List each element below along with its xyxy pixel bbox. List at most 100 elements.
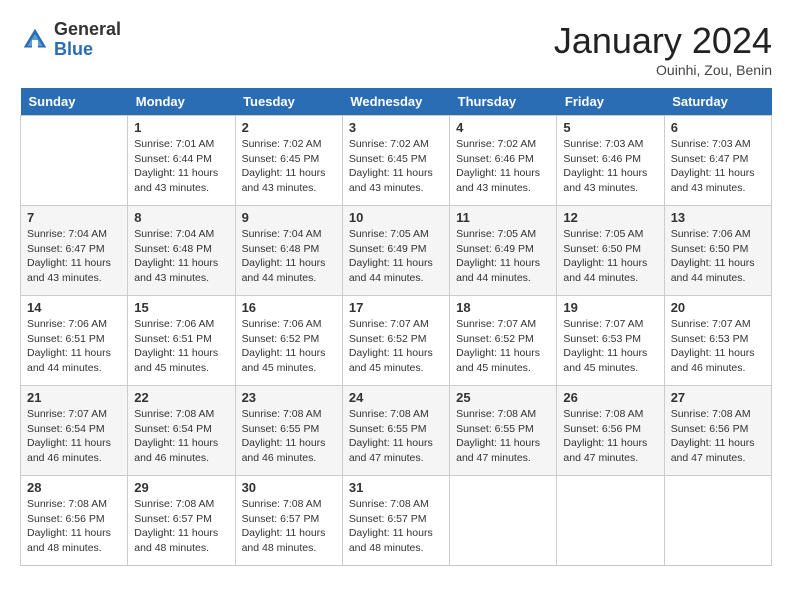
calendar-cell: 2Sunrise: 7:02 AMSunset: 6:45 PMDaylight…: [235, 116, 342, 206]
day-number: 29: [134, 480, 228, 495]
weekday-header-wednesday: Wednesday: [342, 88, 449, 116]
weekday-header-thursday: Thursday: [450, 88, 557, 116]
calendar-cell: 20Sunrise: 7:07 AMSunset: 6:53 PMDayligh…: [664, 296, 771, 386]
day-info: Sunrise: 7:07 AMSunset: 6:53 PMDaylight:…: [563, 317, 657, 376]
calendar-cell: 30 Sunrise: 7:08 AMSunset: 6:57 PMDayligh…: [235, 476, 342, 566]
calendar-cell: 5 Sunrise: 7:03 AMSunset: 6:46 PMDaylight…: [557, 116, 664, 206]
day-number: 9: [242, 210, 336, 225]
calendar-week-row: 21 Sunrise: 7:07 AMSunset: 6:54 PMDayligh…: [21, 386, 772, 476]
day-info: Sunrise: 7:05 AMSunset: 6:49 PMDaylight:…: [456, 227, 550, 286]
day-number: 27: [671, 390, 765, 405]
location: Ouinhi, Zou, Benin: [554, 62, 772, 78]
day-info: Sunrise: 7:08 AMSunset: 6:55 PMDaylight:…: [349, 407, 443, 466]
calendar-cell: 23 Sunrise: 7:08 AMSunset: 6:55 PMDayligh…: [235, 386, 342, 476]
day-info: Sunrise: 7:07 AMSunset: 6:54 PMDaylight:…: [27, 407, 121, 466]
month-title: January 2024: [554, 20, 772, 62]
calendar-cell: 12Sunrise: 7:05 AMSunset: 6:50 PMDayligh…: [557, 206, 664, 296]
day-number: 11: [456, 210, 550, 225]
logo-general-text: General: [54, 20, 121, 40]
calendar-cell: [664, 476, 771, 566]
calendar-cell: 14 Sunrise: 7:06 AMSunset: 6:51 PMDayligh…: [21, 296, 128, 386]
day-number: 14: [27, 300, 121, 315]
calendar-cell: 16Sunrise: 7:06 AMSunset: 6:52 PMDayligh…: [235, 296, 342, 386]
day-info: Sunrise: 7:03 AMSunset: 6:47 PMDaylight:…: [671, 137, 765, 196]
calendar-cell: 21 Sunrise: 7:07 AMSunset: 6:54 PMDayligh…: [21, 386, 128, 476]
day-number: 13: [671, 210, 765, 225]
day-number: 23: [242, 390, 336, 405]
calendar-cell: 6 Sunrise: 7:03 AMSunset: 6:47 PMDaylight…: [664, 116, 771, 206]
day-info: Sunrise: 7:05 AMSunset: 6:49 PMDaylight:…: [349, 227, 443, 286]
day-number: 31: [349, 480, 443, 495]
day-info: Sunrise: 7:08 AMSunset: 6:56 PMDaylight:…: [563, 407, 657, 466]
day-info: Sunrise: 7:06 AMSunset: 6:51 PMDaylight:…: [134, 317, 228, 376]
day-info: Sunrise: 7:02 AMSunset: 6:46 PMDaylight:…: [456, 137, 550, 196]
day-number: 1: [134, 120, 228, 135]
day-number: 21: [27, 390, 121, 405]
weekday-header-monday: Monday: [128, 88, 235, 116]
day-number: 16: [242, 300, 336, 315]
day-number: 20: [671, 300, 765, 315]
weekday-header-tuesday: Tuesday: [235, 88, 342, 116]
day-info: Sunrise: 7:08 AMSunset: 6:57 PMDaylight:…: [242, 497, 336, 556]
calendar-cell: 26 Sunrise: 7:08 AMSunset: 6:56 PMDayligh…: [557, 386, 664, 476]
logo-icon: [20, 25, 50, 55]
day-number: 24: [349, 390, 443, 405]
day-number: 5: [563, 120, 657, 135]
title-block: January 2024 Ouinhi, Zou, Benin: [554, 20, 772, 78]
day-info: Sunrise: 7:03 AMSunset: 6:46 PMDaylight:…: [563, 137, 657, 196]
calendar-cell: 29Sunrise: 7:08 AMSunset: 6:57 PMDayligh…: [128, 476, 235, 566]
calendar-cell: [557, 476, 664, 566]
day-number: 18: [456, 300, 550, 315]
day-number: 26: [563, 390, 657, 405]
calendar-cell: 27Sunrise: 7:08 AMSunset: 6:56 PMDayligh…: [664, 386, 771, 476]
calendar-cell: 28Sunrise: 7:08 AMSunset: 6:56 PMDayligh…: [21, 476, 128, 566]
day-info: Sunrise: 7:06 AMSunset: 6:50 PMDaylight:…: [671, 227, 765, 286]
day-number: 6: [671, 120, 765, 135]
calendar-cell: 22 Sunrise: 7:08 AMSunset: 6:54 PMDayligh…: [128, 386, 235, 476]
day-info: Sunrise: 7:04 AMSunset: 6:47 PMDaylight:…: [27, 227, 121, 286]
day-info: Sunrise: 7:05 AMSunset: 6:50 PMDaylight:…: [563, 227, 657, 286]
day-info: Sunrise: 7:04 AMSunset: 6:48 PMDaylight:…: [134, 227, 228, 286]
day-info: Sunrise: 7:02 AMSunset: 6:45 PMDaylight:…: [242, 137, 336, 196]
logo-blue-text: Blue: [54, 40, 121, 60]
calendar-cell: 24 Sunrise: 7:08 AMSunset: 6:55 PMDayligh…: [342, 386, 449, 476]
calendar-cell: 3Sunrise: 7:02 AMSunset: 6:45 PMDaylight…: [342, 116, 449, 206]
day-info: Sunrise: 7:08 AMSunset: 6:54 PMDaylight:…: [134, 407, 228, 466]
calendar-table: SundayMondayTuesdayWednesdayThursdayFrid…: [20, 88, 772, 566]
day-info: Sunrise: 7:08 AMSunset: 6:55 PMDaylight:…: [456, 407, 550, 466]
day-number: 15: [134, 300, 228, 315]
day-info: Sunrise: 7:01 AMSunset: 6:44 PMDaylight:…: [134, 137, 228, 196]
day-number: 19: [563, 300, 657, 315]
calendar-cell: [450, 476, 557, 566]
calendar-cell: 4Sunrise: 7:02 AMSunset: 6:46 PMDaylight…: [450, 116, 557, 206]
day-number: 25: [456, 390, 550, 405]
calendar-week-row: 28Sunrise: 7:08 AMSunset: 6:56 PMDayligh…: [21, 476, 772, 566]
day-number: 28: [27, 480, 121, 495]
calendar-cell: [21, 116, 128, 206]
weekday-header-sunday: Sunday: [21, 88, 128, 116]
calendar-cell: 9 Sunrise: 7:04 AMSunset: 6:48 PMDaylight…: [235, 206, 342, 296]
calendar-cell: 18 Sunrise: 7:07 AMSunset: 6:52 PMDayligh…: [450, 296, 557, 386]
calendar-cell: 25 Sunrise: 7:08 AMSunset: 6:55 PMDayligh…: [450, 386, 557, 476]
day-info: Sunrise: 7:08 AMSunset: 6:55 PMDaylight:…: [242, 407, 336, 466]
day-number: 10: [349, 210, 443, 225]
weekday-header-row: SundayMondayTuesdayWednesdayThursdayFrid…: [21, 88, 772, 116]
calendar-cell: 7 Sunrise: 7:04 AMSunset: 6:47 PMDaylight…: [21, 206, 128, 296]
day-info: Sunrise: 7:07 AMSunset: 6:52 PMDaylight:…: [456, 317, 550, 376]
calendar-cell: 19 Sunrise: 7:07 AMSunset: 6:53 PMDayligh…: [557, 296, 664, 386]
calendar-week-row: 1 Sunrise: 7:01 AMSunset: 6:44 PMDaylight…: [21, 116, 772, 206]
calendar-cell: 13 Sunrise: 7:06 AMSunset: 6:50 PMDayligh…: [664, 206, 771, 296]
day-number: 22: [134, 390, 228, 405]
day-info: Sunrise: 7:02 AMSunset: 6:45 PMDaylight:…: [349, 137, 443, 196]
day-info: Sunrise: 7:04 AMSunset: 6:48 PMDaylight:…: [242, 227, 336, 286]
day-info: Sunrise: 7:08 AMSunset: 6:57 PMDaylight:…: [349, 497, 443, 556]
calendar-cell: 8Sunrise: 7:04 AMSunset: 6:48 PMDaylight…: [128, 206, 235, 296]
day-number: 7: [27, 210, 121, 225]
day-number: 30: [242, 480, 336, 495]
calendar-cell: 1 Sunrise: 7:01 AMSunset: 6:44 PMDaylight…: [128, 116, 235, 206]
day-info: Sunrise: 7:06 AMSunset: 6:51 PMDaylight:…: [27, 317, 121, 376]
logo: General Blue: [20, 20, 121, 60]
weekday-header-saturday: Saturday: [664, 88, 771, 116]
calendar-cell: 11 Sunrise: 7:05 AMSunset: 6:49 PMDayligh…: [450, 206, 557, 296]
calendar-cell: 17Sunrise: 7:07 AMSunset: 6:52 PMDayligh…: [342, 296, 449, 386]
